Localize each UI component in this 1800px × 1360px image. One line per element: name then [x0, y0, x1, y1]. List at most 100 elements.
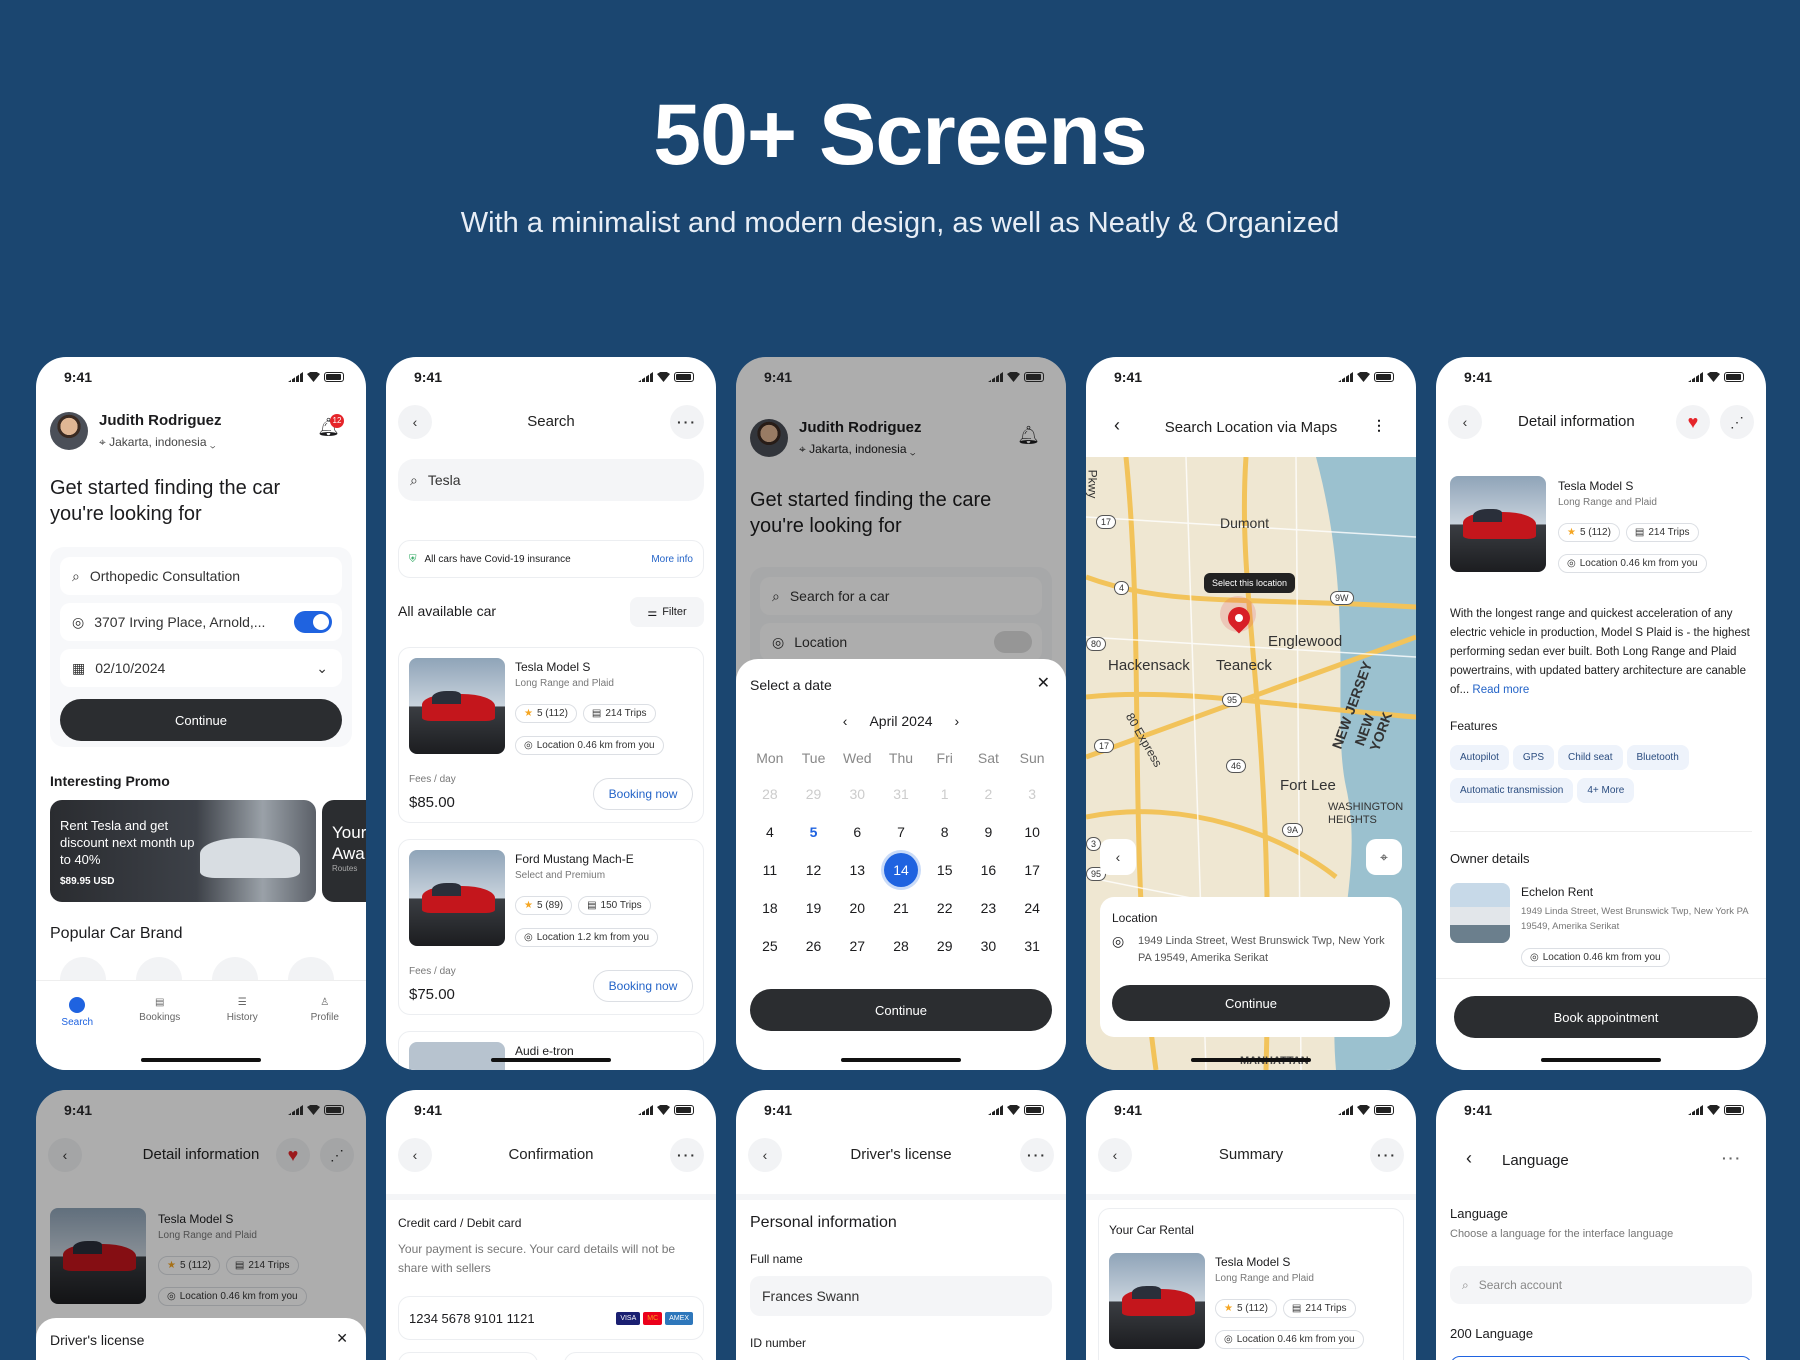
calendar-day[interactable]: 19 [792, 889, 836, 927]
calendar-day[interactable]: 17 [1010, 851, 1054, 889]
more-button[interactable]: ··· [670, 1138, 704, 1172]
calendar-day[interactable]: 26 [792, 927, 836, 965]
back-map-button[interactable]: ‹ [1100, 839, 1136, 875]
location-input[interactable]: ◎ 3707 Irving Place, Arnold,... [60, 603, 342, 641]
calendar-day[interactable]: 8 [923, 813, 967, 851]
car-image [1450, 476, 1546, 572]
section-title: Credit card / Debit card [398, 1216, 522, 1230]
calendar-day[interactable]: 10 [1010, 813, 1054, 851]
car-card[interactable]: Tesla Model S Long Range and Plaid ★ 5 (1… [398, 647, 704, 823]
promo-card-2[interactable]: Your Awa Routes [322, 800, 366, 902]
more-button[interactable]: ··· [1370, 1138, 1404, 1172]
calendar-day[interactable]: 23 [967, 889, 1011, 927]
calendar-day[interactable]: 4 [748, 813, 792, 851]
search-input[interactable]: ⌕ Orthopedic Consultation [60, 557, 342, 595]
location-chip: ◎ Location 0.46 km from you [1215, 1329, 1364, 1349]
more-button[interactable]: ··· [1020, 1138, 1054, 1172]
nav-search[interactable]: Search [47, 997, 107, 1070]
expiry-field[interactable] [398, 1352, 538, 1360]
promo-card[interactable]: Rent Tesla and get discount next month u… [50, 800, 316, 902]
filter-button[interactable]: ⚌ Filter [630, 597, 704, 627]
card-number-field[interactable]: 1234 5678 9101 1121 VISA MC AMEX [398, 1296, 704, 1340]
chevron-right-icon[interactable]: › [955, 713, 960, 729]
calendar-day[interactable]: 31 [1010, 927, 1054, 965]
avatar[interactable] [50, 412, 88, 450]
car-card[interactable]: Ford Mustang Mach-E Select and Premium ★… [398, 839, 704, 1015]
chevron-left-icon[interactable]: ‹ [843, 713, 848, 729]
calendar-day[interactable]: 14 [879, 851, 923, 889]
calendar-day[interactable]: 21 [879, 889, 923, 927]
calendar-day[interactable]: 1 [923, 775, 967, 813]
calendar-day[interactable]: 3 [1010, 775, 1054, 813]
more-button[interactable]: ··· [670, 405, 704, 439]
close-icon[interactable]: ✕ [1037, 673, 1050, 693]
calendar-day[interactable]: 29 [792, 775, 836, 813]
favorite-button[interactable]: ♥ [1676, 405, 1710, 439]
status-time: 9:41 [414, 1102, 443, 1118]
calendar-day[interactable]: 13 [835, 851, 879, 889]
phone-language: 9:41 ‹ Language ··· Language Choose a la… [1436, 1090, 1766, 1360]
location-selector[interactable]: ⌖ Jakarta, indonesia ⌄ [99, 435, 216, 450]
features-heading: Features [1450, 719, 1498, 733]
calendar-day[interactable]: 12 [792, 851, 836, 889]
calendar-day[interactable]: 2 [967, 775, 1011, 813]
filter-icon: ⚌ [647, 606, 658, 619]
calendar-day[interactable]: 15 [923, 851, 967, 889]
more-button[interactable]: ··· [1722, 1150, 1742, 1166]
calendar-day[interactable]: 5 [792, 813, 836, 851]
calendar-day[interactable]: 6 [835, 813, 879, 851]
close-icon[interactable]: ✕ [336, 1330, 348, 1347]
calendar-day[interactable]: 28 [748, 775, 792, 813]
recenter-button[interactable]: ⌖ [1366, 839, 1402, 875]
calendar-day[interactable]: 9 [967, 813, 1011, 851]
more-button[interactable]: ⋮ [1372, 417, 1388, 434]
more-icon: ··· [1722, 1150, 1742, 1166]
status-time: 9:41 [1464, 1102, 1493, 1118]
phone-calendar: 9:41 Judith Rodriguez ⌖ Jakarta, indones… [736, 357, 1066, 1070]
calendar-day[interactable]: 22 [923, 889, 967, 927]
calendar-day[interactable]: 7 [879, 813, 923, 851]
calendar-day[interactable]: 29 [923, 927, 967, 965]
map-view[interactable]: Dumont Englewood Hackensack Teaneck Fort… [1086, 457, 1416, 1070]
route-shield: 80 [1086, 637, 1107, 651]
continue-button[interactable]: Continue [60, 699, 342, 741]
share-button[interactable]: ⋰ [1720, 405, 1754, 439]
search-input[interactable]: ⌕ Tesla [398, 459, 704, 501]
booking-button[interactable]: Booking now [593, 778, 693, 810]
continue-button[interactable]: Continue [750, 989, 1052, 1031]
date-input[interactable]: ▦ 02/10/2024 ⌄ [60, 649, 342, 687]
weekday-header: Mon Tue Wed Thu Fri Sat Sun [748, 739, 1054, 777]
search-input[interactable]: ⌕ Search account [1450, 1266, 1752, 1304]
calendar-day[interactable]: 30 [835, 775, 879, 813]
map-label: Dumont [1220, 515, 1270, 531]
continue-button[interactable]: Continue [1112, 985, 1390, 1021]
cvv-field[interactable] [564, 1352, 704, 1360]
back-button[interactable]: ‹ [1448, 405, 1482, 439]
read-more-link[interactable]: Read more [1472, 684, 1529, 696]
address-text: 1949 Linda Street, West Brunswick Twp, N… [1138, 935, 1385, 964]
calendar-day[interactable]: 16 [967, 851, 1011, 889]
calendar-day[interactable]: 24 [1010, 889, 1054, 927]
location-label: Location [1112, 911, 1158, 925]
more-info-link[interactable]: More info [651, 554, 693, 565]
calendar-day[interactable]: 27 [835, 927, 879, 965]
calendar-day[interactable]: 31 [879, 775, 923, 813]
weekday-label: Thu [888, 750, 914, 766]
status-time: 9:41 [1464, 369, 1493, 385]
calendar-day[interactable]: 18 [748, 889, 792, 927]
owner-image [1450, 883, 1510, 943]
calendar-day[interactable]: 25 [748, 927, 792, 965]
full-name-input[interactable]: Frances Swann [750, 1276, 1052, 1316]
language-option[interactable] [1450, 1356, 1752, 1360]
nav-profile[interactable]: ♙ Profile [295, 997, 355, 1070]
back-button[interactable]: ‹ [1466, 1148, 1472, 1169]
calendar-day[interactable]: 20 [835, 889, 879, 927]
calendar-day[interactable]: 28 [879, 927, 923, 965]
chevron-down-icon: ⌄ [316, 659, 328, 676]
calendar-day[interactable]: 11 [748, 851, 792, 889]
calendar-day[interactable]: 30 [967, 927, 1011, 965]
booking-button[interactable]: Booking now [593, 970, 693, 1002]
location-toggle[interactable] [294, 611, 332, 633]
book-appointment-button[interactable]: Book appointment [1454, 996, 1758, 1038]
car-card[interactable]: Audi e-tron [398, 1031, 704, 1070]
